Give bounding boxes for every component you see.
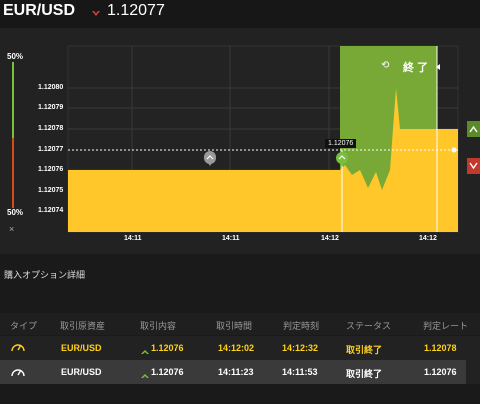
price-chart[interactable] — [0, 0, 480, 254]
row-rate: 1.12076 — [424, 367, 457, 377]
up-arrow-icon — [141, 343, 149, 361]
y-tick: 1.12079 — [38, 104, 64, 111]
y-tick: 1.12076 — [38, 166, 64, 173]
y-tick: 1.12080 — [38, 84, 64, 91]
x-tick: 14:11 — [124, 235, 142, 242]
history-icon: ⟲ — [381, 60, 390, 71]
sentiment-down-pct: 50% — [7, 208, 24, 217]
col-rate: 判定レート — [423, 321, 469, 331]
end-label: 終 了 — [403, 62, 429, 74]
x-tick: 14:12 — [419, 235, 437, 242]
row-content: 1.12076 — [151, 367, 184, 377]
row-judge-time: 14:12:32 — [282, 343, 319, 353]
col-type: タイプ — [10, 321, 38, 331]
current-price-dot — [451, 147, 457, 153]
y-tick: 1.12077 — [38, 146, 64, 153]
current-price-label: 1.12076 — [325, 139, 357, 148]
row-judge-time: 14:11:53 — [282, 367, 318, 377]
row-asset: EUR/USD — [61, 343, 102, 353]
call-button — [467, 121, 480, 137]
x-tick: 14:11 — [222, 235, 240, 242]
sentiment-up-pct: 50% — [7, 52, 24, 61]
row-asset: EUR/USD — [61, 367, 102, 377]
scrollbar[interactable] — [466, 360, 480, 384]
y-tick: 1.12075 — [38, 187, 64, 194]
gauge-icon — [10, 364, 26, 383]
col-judge-time: 判定時刻 — [283, 321, 320, 331]
row-status: 取引終了 — [346, 345, 383, 355]
col-status: ステータス — [346, 321, 392, 331]
row-rate: 1.12078 — [424, 343, 457, 353]
row-content: 1.12076 — [151, 343, 184, 353]
row-status: 取引終了 — [346, 369, 383, 379]
up-arrow-icon — [141, 367, 149, 385]
x-tick: 14:12 — [321, 235, 339, 242]
y-tick: 1.12078 — [38, 125, 64, 132]
put-button — [467, 158, 480, 174]
y-tick: 1.12074 — [38, 207, 64, 214]
col-time: 取引時間 — [216, 321, 253, 331]
close-icon[interactable]: × — [9, 224, 14, 234]
col-asset: 取引原資産 — [60, 321, 106, 331]
details-title: 購入オプション詳細 — [4, 270, 86, 280]
gauge-icon — [10, 339, 26, 358]
row-time: 14:12:02 — [218, 343, 255, 353]
col-content: 取引内容 — [140, 321, 177, 331]
row-time: 14:11:23 — [218, 367, 254, 377]
